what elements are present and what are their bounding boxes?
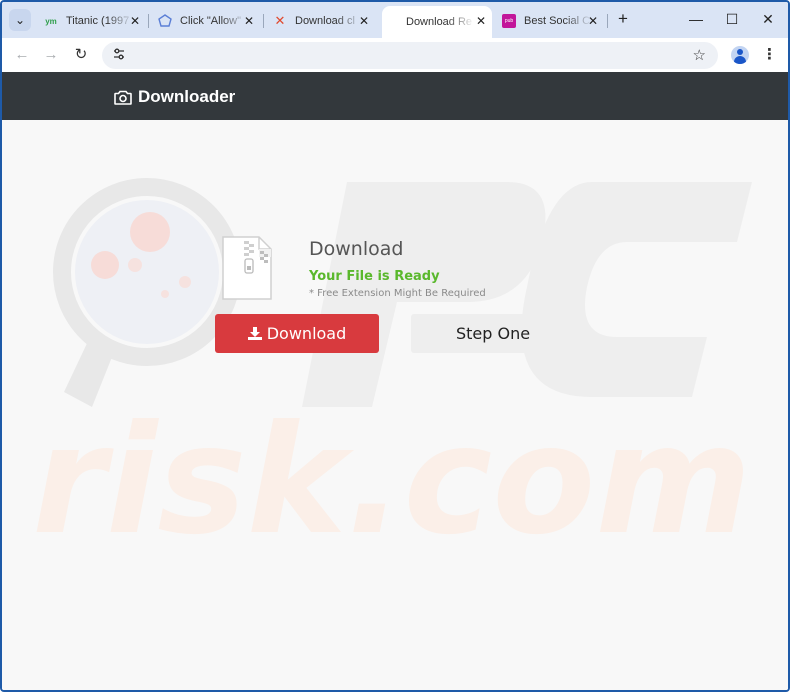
- x-logo-icon: ✕: [274, 13, 286, 28]
- close-icon[interactable]: ✕: [586, 14, 600, 28]
- forward-button[interactable]: →: [42, 46, 60, 64]
- maximize-button[interactable]: ☐: [724, 11, 740, 27]
- file-ready-text: Your File is Ready: [309, 269, 440, 284]
- menu-kebab-icon[interactable]: ⋮: [762, 46, 777, 64]
- reload-button[interactable]: ↻: [72, 46, 90, 64]
- reload-icon: ↻: [74, 46, 88, 63]
- back-button[interactable]: ←: [13, 46, 31, 64]
- cloud-icon: [158, 14, 172, 28]
- tab-label: Click "Allow": [180, 15, 241, 27]
- tab-label: Download Re: [406, 16, 473, 28]
- close-icon: ✕: [762, 11, 774, 27]
- download-button[interactable]: Download: [215, 314, 379, 353]
- minimize-button[interactable]: —: [688, 11, 704, 27]
- tab-label: Best Social C: [524, 15, 591, 27]
- profile-avatar-icon[interactable]: [731, 46, 749, 64]
- address-bar[interactable]: ☆: [102, 42, 718, 69]
- page-content: risk.com Downloader Download Your File i…: [2, 72, 788, 690]
- extension-note: * Free Extension Might Be Required: [309, 288, 486, 299]
- tab-separator: [263, 14, 264, 28]
- window-close-button[interactable]: ✕: [760, 11, 776, 27]
- site-navbar: Downloader: [2, 72, 788, 120]
- site-brand[interactable]: Downloader: [114, 87, 235, 107]
- download-title: Download: [309, 238, 404, 260]
- arrow-left-icon: ←: [14, 46, 30, 63]
- purple-site-icon: pub: [502, 14, 516, 28]
- tab-click-allow[interactable]: Click "Allow" ✕: [152, 6, 260, 36]
- step-one-button-label: Step One: [455, 324, 531, 343]
- watermark-text: risk.com: [32, 394, 752, 568]
- watermark-graphic: risk.com: [32, 178, 752, 568]
- site-info-icon[interactable]: [110, 47, 127, 64]
- chevron-down-icon: ⌄: [14, 13, 26, 27]
- tab-best-social[interactable]: pub Best Social C ✕: [496, 6, 604, 36]
- close-icon[interactable]: ✕: [242, 14, 256, 28]
- browser-window: ⌄ ym Titanic (1997 ✕ Click "Allow" ✕ ✕ D…: [0, 0, 790, 692]
- minimize-icon: —: [689, 11, 703, 27]
- zip-file-icon: [222, 236, 272, 300]
- movie-site-icon: ym: [45, 16, 57, 26]
- new-tab-button[interactable]: +: [614, 10, 632, 28]
- tab-search-button[interactable]: ⌄: [9, 9, 31, 31]
- close-icon[interactable]: ✕: [128, 14, 142, 28]
- tab-download-re[interactable]: Download Re ✕: [382, 6, 492, 38]
- close-icon[interactable]: ✕: [474, 14, 488, 28]
- maximize-icon: ☐: [725, 11, 739, 27]
- download-button-label: Download: [266, 324, 347, 343]
- tab-separator: [148, 14, 149, 28]
- tab-strip: ⌄ ym Titanic (1997 ✕ Click "Allow" ✕ ✕ D…: [2, 2, 788, 38]
- bookmark-star-icon[interactable]: ☆: [693, 46, 706, 64]
- camera-icon: [114, 90, 132, 105]
- download-icon: [247, 327, 262, 340]
- tab-label: Download cl: [295, 15, 355, 27]
- close-icon[interactable]: ✕: [357, 14, 371, 28]
- tab-titanic[interactable]: ym Titanic (1997 ✕: [38, 6, 146, 36]
- arrow-right-icon: →: [43, 46, 59, 63]
- tab-label: Titanic (1997: [66, 15, 130, 27]
- brand-name: Downloader: [138, 87, 236, 106]
- plus-icon: +: [618, 9, 628, 28]
- step-one-button[interactable]: Step One: [411, 314, 575, 353]
- browser-toolbar: ← → ↻ ☆ ⋮: [2, 38, 788, 72]
- tab-separator: [607, 14, 608, 28]
- tab-download-cl[interactable]: ✕ Download cl ✕: [267, 6, 375, 36]
